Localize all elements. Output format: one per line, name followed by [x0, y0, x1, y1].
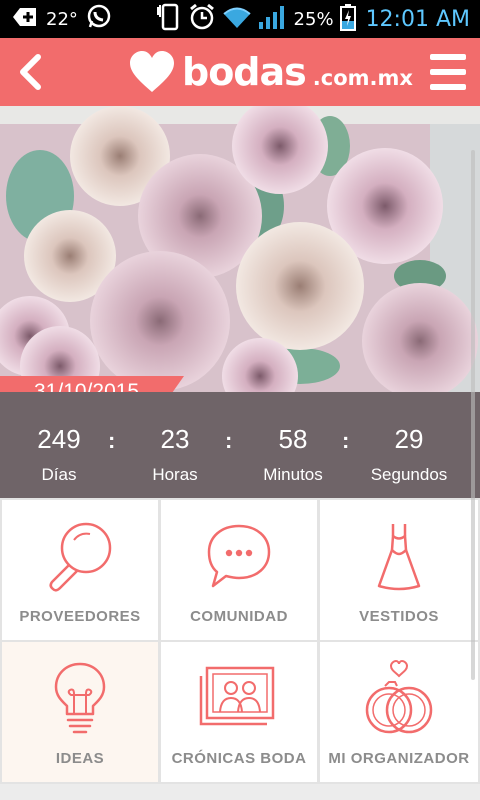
battery-icon: [339, 3, 356, 36]
tile-label: CRÓNICAS BODA: [171, 750, 307, 767]
whatsapp-icon: [86, 4, 112, 35]
countdown-seconds-value: 29: [394, 424, 424, 454]
battery-percent: 25%: [293, 8, 334, 30]
signal-icon: [258, 4, 288, 35]
countdown-days: 249 Días: [4, 424, 114, 485]
countdown-seconds-label: Segundos: [370, 465, 448, 484]
tile-cronicas-boda[interactable]: CRÓNICAS BODA: [161, 642, 317, 782]
countdown-hours-value: 23: [160, 424, 190, 454]
countdown-separator: :: [108, 428, 116, 453]
logo-suffix: .com.mx: [312, 66, 413, 90]
add-icon: [12, 7, 38, 32]
tile-label: IDEAS: [55, 750, 105, 767]
logo-text: bodas: [182, 50, 307, 94]
app-screen: 22° 25% 12:01 AM bodas .com.mx 249 Días …: [0, 0, 480, 800]
tile-label: VESTIDOS: [359, 608, 439, 625]
countdown-seconds: 29 Segundos: [354, 424, 464, 485]
tile-label: MI ORGANIZADOR: [328, 750, 470, 767]
lightbulb-icon: [54, 662, 106, 734]
tile-label: PROVEEDORES: [19, 608, 141, 625]
magnifier-icon: [49, 522, 112, 592]
rings-icon: [365, 659, 433, 734]
menu-bar: [430, 69, 466, 75]
tile-comunidad[interactable]: COMUNIDAD: [161, 500, 317, 640]
countdown-minutes: 58 Minutos: [238, 424, 348, 485]
tile-proveedores[interactable]: PROVEEDORES: [2, 500, 158, 640]
tile-mi-organizador[interactable]: MI ORGANIZADOR: [320, 642, 478, 782]
wifi-icon: [222, 5, 252, 34]
countdown-separator: :: [225, 428, 233, 453]
app-header: bodas .com.mx: [0, 38, 480, 106]
alarm-icon: [188, 3, 216, 36]
menu-button[interactable]: [428, 52, 468, 92]
back-button[interactable]: [10, 48, 50, 96]
countdown-hours-label: Horas: [152, 465, 198, 484]
status-bar: 22° 25% 12:01 AM: [0, 0, 480, 38]
scrollbar[interactable]: [471, 150, 475, 680]
phone-icon: [156, 3, 182, 36]
photos-icon: [199, 666, 275, 726]
menu-bar: [430, 84, 466, 90]
menu-grid: PROVEEDORES COMUNIDAD VESTIDOS IDEAS CRÓ…: [0, 498, 480, 784]
bodas-logo: bodas .com.mx: [128, 44, 413, 100]
heart-logo-icon: [130, 51, 174, 92]
bottom-edge: [0, 784, 480, 800]
dress-icon: [377, 524, 421, 591]
countdown-days-label: Días: [41, 465, 77, 484]
countdown-separator: :: [342, 428, 350, 453]
tile-ideas[interactable]: IDEAS: [2, 642, 158, 782]
hero-image: [0, 106, 480, 392]
chevron-left-icon: [20, 54, 41, 90]
tile-label: COMUNIDAD: [190, 608, 288, 625]
roses-bouquet-image: [0, 106, 480, 392]
chat-bubble-icon: [207, 524, 271, 588]
countdown-days-value: 249: [37, 424, 81, 454]
menu-bar: [430, 54, 466, 60]
countdown-hours: 23 Horas: [120, 424, 230, 485]
countdown-minutes-label: Minutos: [263, 465, 323, 484]
temperature-text: 22°: [46, 8, 78, 30]
countdown-panel: 249 Días : 23 Horas : 58 Minutos : 29 Se…: [0, 392, 480, 498]
countdown-minutes-value: 58: [278, 424, 308, 454]
tile-vestidos[interactable]: VESTIDOS: [320, 500, 478, 640]
clock-time: 12:01 AM: [365, 6, 470, 32]
